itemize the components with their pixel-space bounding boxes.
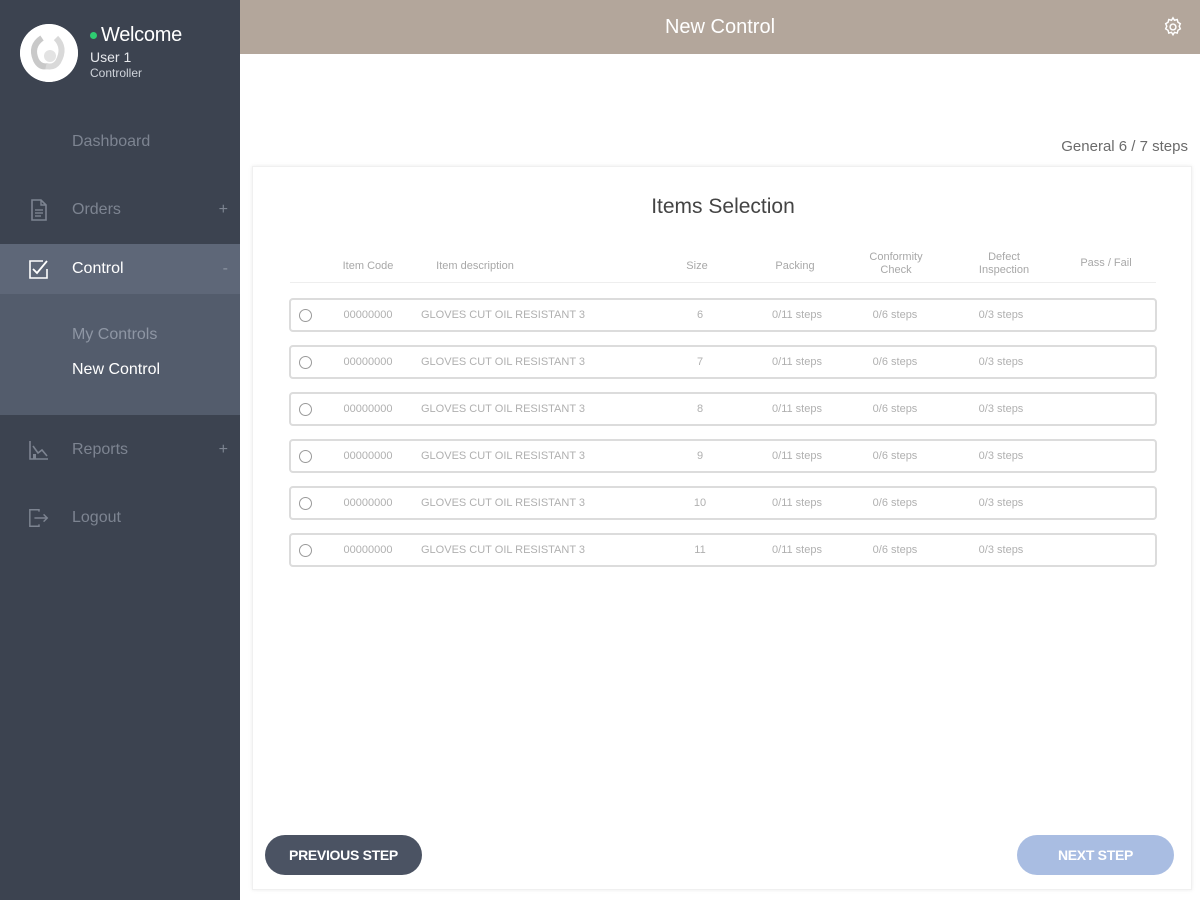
user-role: Controller [90,66,143,80]
cell-conformity: 0/6 steps [872,450,918,462]
step-progress-text: General 6 / 7 steps [1061,138,1188,155]
sidebar-item-label: Logout [72,509,121,526]
cell-packing: 0/11 steps [772,450,822,462]
table-row[interactable]: 00000000 GLOVES CUT OIL RESISTANT 3 7 0/… [289,345,1157,379]
cell-packing: 0/11 steps [772,309,822,321]
previous-step-button[interactable]: PREVIOUS STEP [265,835,422,875]
row-radio[interactable] [299,497,312,510]
cell-conformity: 0/6 steps [872,403,918,415]
cell-size: 11 [694,544,706,556]
sidebar-subitem-new-control[interactable]: New Control [72,361,160,379]
cell-size: 8 [696,403,704,415]
sidebar-subitem-my-controls[interactable]: My Controls [72,326,157,344]
column-header-pass-fail: Pass / Fail [1080,257,1132,269]
cell-item-description: GLOVES CUT OIL RESISTANT 3 [421,544,586,556]
cell-item-description: GLOVES CUT OIL RESISTANT 3 [421,497,586,509]
user-profile: Welcome User 1 Controller [20,24,182,82]
page-title: New Control [664,16,776,38]
cell-size: 6 [696,309,704,321]
cell-item-code: 00000000 [343,450,393,462]
cell-packing: 0/11 steps [772,544,822,556]
cell-defect: 0/3 steps [978,356,1024,368]
cell-defect: 0/3 steps [978,497,1024,509]
sidebar-item-dashboard[interactable]: Dashboard [0,116,240,168]
sidebar-item-control[interactable]: Control - [0,243,240,295]
cell-item-code: 00000000 [343,403,393,415]
row-radio[interactable] [299,403,312,416]
cell-defect: 0/3 steps [978,403,1024,415]
sidebar-item-label: Dashboard [72,133,151,150]
column-header-item-description: Item description [436,260,514,272]
avatar [20,24,78,82]
column-header-packing: Packing [775,260,815,272]
sidebar: Welcome User 1 Controller Dashboard Orde… [0,0,240,900]
avatar-logo-icon [20,24,78,82]
logout-icon [28,507,50,529]
card-title: Items Selection [651,195,795,218]
cell-conformity: 0/6 steps [872,309,918,321]
cell-item-code: 00000000 [343,356,393,368]
cell-packing: 0/11 steps [772,403,822,415]
column-header-size: Size [686,260,708,272]
cell-item-description: GLOVES CUT OIL RESISTANT 3 [421,450,586,462]
table-row[interactable]: 00000000 GLOVES CUT OIL RESISTANT 3 10 0… [289,486,1157,520]
items-selection-card: Items Selection [252,166,1192,890]
cell-item-description: GLOVES CUT OIL RESISTANT 3 [421,356,586,368]
cell-defect: 0/3 steps [978,309,1024,321]
profile-text: Welcome User 1 Controller [90,24,182,80]
chart-icon [28,439,50,461]
table-row[interactable]: 00000000 GLOVES CUT OIL RESISTANT 3 9 0/… [289,439,1157,473]
row-radio[interactable] [299,450,312,463]
cell-item-code: 00000000 [343,497,393,509]
column-header-item-code: Item Code [342,260,394,272]
table-row[interactable]: 00000000 GLOVES CUT OIL RESISTANT 3 6 0/… [289,298,1157,332]
welcome-label: Welcome [101,24,182,46]
next-step-button[interactable]: NEXT STEP [1017,835,1174,875]
cell-conformity: 0/6 steps [872,497,918,509]
row-radio[interactable] [299,544,312,557]
column-header-conformity-check: Conformity Check [869,251,923,276]
sidebar-item-reports[interactable]: Reports + [0,424,240,476]
sidebar-item-label: Control [72,260,124,277]
cell-item-code: 00000000 [343,544,393,556]
welcome-heading: Welcome [90,24,182,47]
table-row[interactable]: 00000000 GLOVES CUT OIL RESISTANT 3 11 0… [289,533,1157,567]
cell-item-description: GLOVES CUT OIL RESISTANT 3 [421,403,586,415]
gear-icon[interactable] [1162,16,1184,38]
table-row[interactable]: 00000000 GLOVES CUT OIL RESISTANT 3 8 0/… [289,392,1157,426]
row-radio[interactable] [299,356,312,369]
expand-plus-icon[interactable]: + [219,441,228,459]
checkbox-icon [28,258,50,280]
row-radio[interactable] [299,309,312,322]
sidebar-item-label: Reports [72,441,129,458]
cell-item-code: 00000000 [343,309,393,321]
collapse-minus-icon[interactable]: - [223,260,228,278]
cell-size: 7 [696,356,704,368]
online-status-dot [90,32,97,39]
cell-size: 10 [693,497,707,509]
top-bar: New Control [240,0,1200,54]
cell-size: 9 [696,450,704,462]
sidebar-item-logout[interactable]: Logout [0,492,240,544]
cell-item-description: GLOVES CUT OIL RESISTANT 3 [421,309,586,321]
expand-plus-icon[interactable]: + [219,201,228,219]
document-icon [28,199,50,221]
cell-defect: 0/3 steps [978,544,1024,556]
sidebar-item-orders[interactable]: Orders + [0,184,240,236]
column-header-defect-inspection: Defect Inspection [978,251,1030,276]
header-divider [290,282,1156,283]
cell-conformity: 0/6 steps [872,356,918,368]
cell-conformity: 0/6 steps [872,544,918,556]
cell-defect: 0/3 steps [978,450,1024,462]
cell-packing: 0/11 steps [772,497,822,509]
sidebar-item-label: Orders [72,201,121,218]
user-name: User 1 [90,49,132,65]
cell-packing: 0/11 steps [772,356,822,368]
